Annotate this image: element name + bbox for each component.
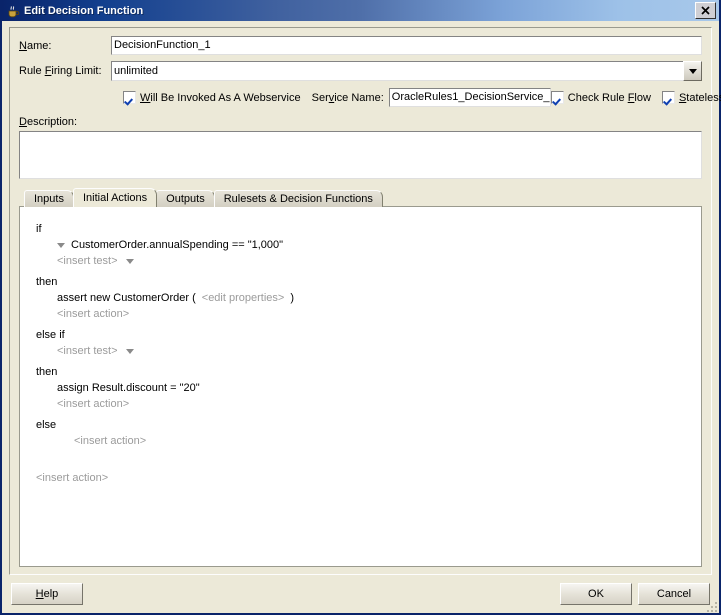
- tab-outputs[interactable]: Outputs: [156, 190, 215, 207]
- help-button[interactable]: Help: [11, 583, 83, 605]
- edit-properties-link[interactable]: <edit properties>: [202, 292, 285, 304]
- rule-firing-limit-label: Rule Firing Limit:: [19, 65, 102, 77]
- stateless-checkbox[interactable]: [661, 91, 675, 104]
- insert-test-link[interactable]: <insert test>: [57, 345, 118, 357]
- will-be-invoked-as-webservice-checkbox[interactable]: [123, 91, 136, 104]
- name-row: Name: DecisionFunction_1: [19, 36, 702, 55]
- service-name-label: Service Name:: [311, 91, 384, 104]
- insert-action-row-4[interactable]: <insert action>: [36, 470, 701, 486]
- insert-test-row-2[interactable]: <insert test>: [36, 343, 701, 359]
- chevron-down-icon[interactable]: [125, 258, 134, 264]
- insert-action-link[interactable]: <insert action>: [57, 308, 129, 320]
- rule-else-if-keyword: else if: [36, 328, 65, 341]
- cancel-button[interactable]: Cancel: [638, 583, 710, 605]
- rule-condition-text[interactable]: CustomerOrder.annualSpending == "1,000": [71, 239, 283, 251]
- insert-action-row-1[interactable]: <insert action>: [36, 306, 701, 322]
- rule-condition-row[interactable]: CustomerOrder.annualSpending == "1,000": [36, 237, 701, 253]
- rule-action-assert-row[interactable]: assert new CustomerOrder ( <edit propert…: [36, 290, 701, 306]
- rule-then-keyword-1: then: [36, 275, 58, 288]
- tab-inputs[interactable]: Inputs: [24, 190, 74, 207]
- tab-initial-actions[interactable]: Initial Actions: [72, 188, 158, 207]
- rule-firing-limit-dropdown-button[interactable]: [683, 61, 702, 81]
- description-label: Description:: [19, 116, 78, 128]
- rule-tree: if CustomerOrder.annualSpending == "1,00…: [36, 221, 701, 486]
- rule-then-keyword-2: then: [36, 365, 58, 378]
- rule-action-assign-row[interactable]: assign Result.discount = "20": [36, 380, 701, 396]
- assign-action-text[interactable]: assign Result.discount = "20": [57, 382, 200, 394]
- java-coffee-cup-icon: [5, 3, 21, 19]
- insert-test-link[interactable]: <insert test>: [57, 255, 118, 267]
- ok-button[interactable]: OK: [560, 583, 632, 605]
- dialog-button-bar: Help OK Cancel: [2, 575, 719, 613]
- service-name-input[interactable]: OracleRules1_DecisionService_1: [388, 88, 551, 107]
- close-icon: [701, 6, 710, 15]
- insert-action-link[interactable]: <insert action>: [74, 435, 146, 447]
- stateless-label: Stateless: [678, 91, 721, 104]
- rule-firing-limit-combobox[interactable]: unlimited: [111, 61, 702, 81]
- webservice-options-row: Will Be Invoked As A Webservice Service …: [19, 88, 721, 107]
- rule-else-keyword: else: [36, 418, 57, 431]
- tab-rulesets-decision-functions[interactable]: Rulesets & Decision Functions: [213, 190, 383, 207]
- check-rule-flow-checkbox[interactable]: [550, 91, 564, 104]
- insert-action-row-3[interactable]: <insert action>: [36, 433, 701, 449]
- chevron-down-icon: [688, 68, 697, 74]
- assert-action-text[interactable]: assert new CustomerOrder (: [57, 292, 196, 304]
- rule-firing-limit-value[interactable]: unlimited: [111, 61, 683, 81]
- resize-grip[interactable]: [705, 600, 717, 612]
- dialog-client-area: Name: DecisionFunction_1 Rule Firing Lim…: [2, 21, 721, 575]
- check-rule-flow-label: Check Rule Flow: [567, 91, 651, 104]
- insert-action-link[interactable]: <insert action>: [57, 398, 129, 410]
- chevron-down-icon[interactable]: [57, 242, 65, 248]
- name-label: Name:: [19, 39, 52, 52]
- will-be-invoked-as-webservice-label: Will Be Invoked As A Webservice: [140, 91, 301, 104]
- edit-decision-function-dialog: Edit Decision Function Name: DecisionFun…: [0, 0, 721, 615]
- chevron-down-icon[interactable]: [125, 348, 134, 354]
- rule-if-keyword: if: [36, 222, 42, 235]
- content-panel: Name: DecisionFunction_1 Rule Firing Lim…: [9, 27, 721, 575]
- initial-actions-panel: if CustomerOrder.annualSpending == "1,00…: [19, 206, 702, 567]
- close-button[interactable]: [695, 2, 716, 19]
- insert-action-row-2[interactable]: <insert action>: [36, 396, 701, 412]
- rule-firing-limit-row: Rule Firing Limit: unlimited: [19, 61, 702, 81]
- assert-action-close-paren: ): [290, 291, 294, 304]
- title-bar[interactable]: Edit Decision Function: [2, 0, 719, 21]
- insert-test-row-1[interactable]: <insert test>: [36, 253, 701, 269]
- name-input[interactable]: DecisionFunction_1: [111, 36, 702, 55]
- tab-strip: Inputs Initial Actions Outputs Rulesets …: [19, 188, 702, 207]
- insert-action-link[interactable]: <insert action>: [36, 472, 108, 484]
- window-title: Edit Decision Function: [24, 4, 144, 17]
- description-textarea[interactable]: [19, 131, 702, 179]
